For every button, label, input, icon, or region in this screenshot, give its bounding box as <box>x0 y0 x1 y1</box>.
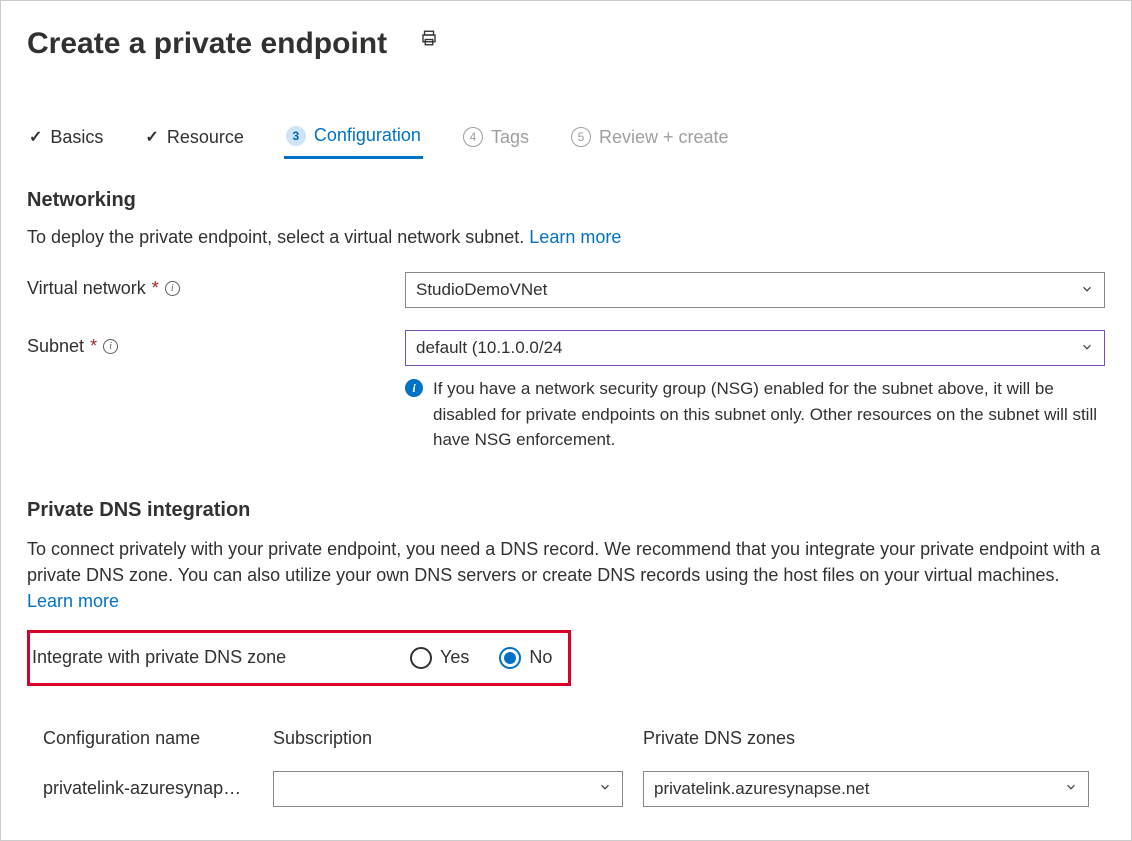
virtual-network-row: Virtual network * i StudioDemoVNet <box>27 272 1105 308</box>
subnet-row: Subnet * i default (10.1.0.0/24 i If you… <box>27 330 1105 453</box>
required-asterisk: * <box>90 336 97 357</box>
step-number-badge: 5 <box>571 127 591 147</box>
tab-label: Tags <box>491 127 529 148</box>
check-icon: ✓ <box>29 127 42 147</box>
networking-heading: Networking <box>27 189 1105 212</box>
dns-desc: To connect privately with your private e… <box>27 536 1105 614</box>
wizard-tabs: ✓ Basics ✓ Resource 3 Configuration 4 Ta… <box>27 119 1105 159</box>
radio-label: No <box>529 647 552 668</box>
col-subscription: Subscription <box>273 728 643 749</box>
table-header: Configuration name Subscription Private … <box>27 716 1105 761</box>
subscription-select[interactable] <box>273 771 623 807</box>
dns-learn-more-link[interactable]: Learn more <box>27 591 119 611</box>
col-configuration-name: Configuration name <box>43 728 273 749</box>
private-dns-zone-select[interactable]: privatelink.azuresynapse.net <box>643 771 1089 807</box>
subnet-select[interactable]: default (10.1.0.0/24 <box>405 330 1105 366</box>
print-icon[interactable] <box>420 29 438 52</box>
nsg-info-text: If you have a network security group (NS… <box>433 376 1105 453</box>
integrate-dns-yes-option[interactable]: Yes <box>410 647 469 669</box>
info-icon: i <box>405 379 423 397</box>
integrate-dns-label: Integrate with private DNS zone <box>32 647 410 668</box>
chevron-down-icon <box>1064 780 1078 797</box>
nsg-info-message: i If you have a network security group (… <box>405 376 1105 453</box>
tab-review-create[interactable]: 5 Review + create <box>569 119 731 159</box>
select-value: StudioDemoVNet <box>416 280 547 300</box>
integrate-dns-no-option[interactable]: No <box>499 647 552 669</box>
step-number-badge: 4 <box>463 127 483 147</box>
tab-label: Resource <box>167 127 244 148</box>
page-title: Create a private endpoint <box>27 27 387 61</box>
table-row: privatelink-azuresynap… privatelink.azur… <box>27 761 1105 817</box>
tab-basics[interactable]: ✓ Basics <box>27 119 105 159</box>
col-private-dns-zones: Private DNS zones <box>643 728 1089 749</box>
tab-label: Review + create <box>599 127 729 148</box>
virtual-network-label: Virtual network <box>27 278 146 299</box>
subnet-label: Subnet <box>27 336 84 357</box>
radio-label: Yes <box>440 647 469 668</box>
step-number-badge: 3 <box>286 126 306 146</box>
integrate-dns-highlight: Integrate with private DNS zone Yes No <box>27 630 571 686</box>
tab-configuration[interactable]: 3 Configuration <box>284 119 423 159</box>
info-icon[interactable]: i <box>165 281 180 296</box>
networking-learn-more-link[interactable]: Learn more <box>529 227 621 247</box>
tab-label: Configuration <box>314 125 421 146</box>
chevron-down-icon <box>1080 340 1094 357</box>
tab-label: Basics <box>50 127 103 148</box>
select-value: privatelink.azuresynapse.net <box>654 779 869 799</box>
radio-icon <box>499 647 521 669</box>
tab-resource[interactable]: ✓ Resource <box>143 119 245 159</box>
virtual-network-select[interactable]: StudioDemoVNet <box>405 272 1105 308</box>
chevron-down-icon <box>1080 282 1094 299</box>
select-value: default (10.1.0.0/24 <box>416 338 563 358</box>
dns-config-table: Configuration name Subscription Private … <box>27 716 1105 817</box>
info-icon[interactable]: i <box>103 339 118 354</box>
radio-icon <box>410 647 432 669</box>
chevron-down-icon <box>598 780 612 797</box>
dns-heading: Private DNS integration <box>27 499 1105 522</box>
check-icon: ✓ <box>145 127 158 147</box>
networking-desc: To deploy the private endpoint, select a… <box>27 224 1105 250</box>
tab-tags[interactable]: 4 Tags <box>461 119 531 159</box>
configuration-name-value: privatelink-azuresynap… <box>43 778 273 799</box>
required-asterisk: * <box>152 278 159 299</box>
